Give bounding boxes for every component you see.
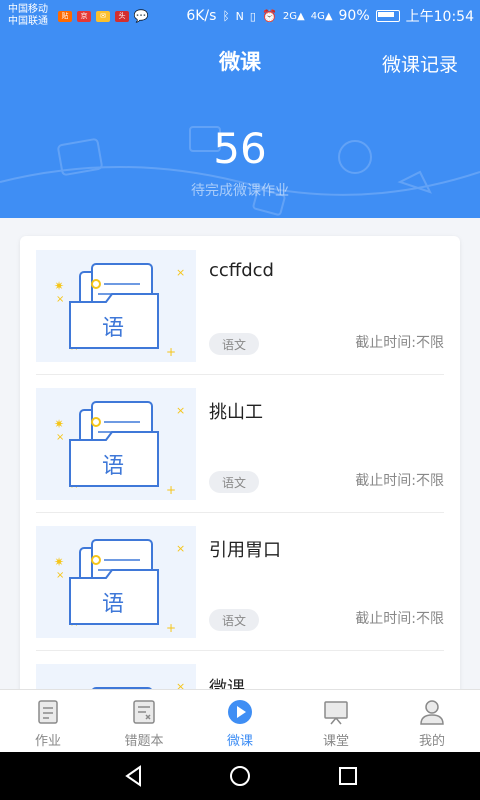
signal-2g-icon: 2G▲ (282, 10, 305, 22)
deadline-text: 截止时间:不限 (355, 611, 444, 627)
lesson-thumbnail: ✷ × × × + 语 (36, 388, 196, 500)
nav-classroom[interactable]: 课堂 (288, 690, 384, 753)
svg-text:+: + (166, 483, 176, 497)
network-speed: 6K/s (186, 8, 217, 24)
svg-text:×: × (176, 404, 185, 417)
lesson-thumbnail: ✷ × × × + 语 (36, 250, 196, 362)
home-icon[interactable] (228, 764, 252, 788)
subject-glyph: 语 (102, 316, 125, 341)
nav-mistake-book[interactable]: 错题本 (96, 690, 192, 753)
pending-label: 待完成微课作业 (191, 183, 289, 199)
folder-icon: ✷ × × × + (54, 401, 185, 497)
lesson-item[interactable]: ✷ × × × + 语 ccffdcd 语文 截止时间:不限 (36, 236, 444, 375)
lesson-item[interactable]: ✷ × × × + 语 引用胃口 语文 截止时间:不限 (36, 512, 444, 651)
lesson-record-link[interactable]: 微课记录 (382, 50, 458, 77)
homework-icon (38, 700, 58, 724)
subject-glyph: 语 (102, 592, 125, 617)
subject-tag: 语文 (209, 333, 259, 355)
vibrate-icon: ▯ (249, 9, 256, 23)
alarm-icon: ⏰ (261, 9, 277, 23)
svg-text:✷: ✷ (54, 555, 64, 569)
nav-label: 微课 (226, 734, 253, 749)
pending-count: 56 (213, 124, 267, 173)
subject-glyph: 语 (102, 454, 125, 479)
signal-4g-icon: 4G▲ (310, 10, 333, 22)
lesson-list: ✷ × × × + 语 ccffdcd 语文 截止时间:不限 ✷ × × (20, 236, 460, 696)
svg-text:×: × (56, 294, 64, 305)
folder-icon: ✷ × × × + (54, 539, 185, 635)
back-icon[interactable] (122, 764, 146, 788)
svg-text:✷: ✷ (54, 279, 64, 293)
bluetooth-icon: ᛒ (222, 9, 230, 23)
nav-label: 我的 (418, 734, 445, 749)
svg-text:×: × (56, 432, 64, 443)
lesson-thumbnail: ✷ × × × + 语 (36, 526, 196, 638)
nav-label: 课堂 (322, 734, 349, 749)
mail-icon: ✉ (96, 10, 110, 22)
svg-text:✷: ✷ (54, 417, 64, 431)
status-bar: 中国移动 中国联通 贴 京 ✉ 头 💬 6K/s ᛒ N ▯ ⏰ 2G▲ 4G▲… (0, 0, 480, 32)
jd-icon: 京 (77, 10, 91, 22)
svg-text:×: × (176, 266, 185, 279)
svg-text:×: × (56, 570, 64, 581)
carrier-info: 中国移动 中国联通 (8, 4, 48, 28)
bottom-nav: 作业 错题本 微课 课堂 我的 (0, 689, 480, 753)
nfc-icon: N (235, 9, 244, 23)
clock: 上午10:54 (405, 9, 474, 25)
nav-profile[interactable]: 我的 (384, 690, 480, 753)
subject-tag: 语文 (209, 609, 259, 631)
carrier-2: 中国联通 (8, 16, 48, 27)
svg-text:+: + (166, 345, 176, 359)
classroom-icon (324, 701, 348, 725)
mistake-book-icon (133, 700, 155, 724)
notification-icons: 贴 京 ✉ 头 💬 (58, 9, 149, 23)
lesson-title: ccffdcd (209, 260, 274, 281)
battery-icon (375, 10, 400, 22)
deadline-text: 截止时间:不限 (355, 335, 444, 351)
nav-label: 作业 (34, 734, 61, 749)
nav-homework[interactable]: 作业 (0, 690, 96, 753)
battery-percent: 90% (338, 8, 370, 24)
folder-icon: ✷ × × × + (54, 263, 185, 359)
profile-icon (420, 700, 444, 725)
lesson-title: 引用胃口 (209, 540, 281, 561)
recents-icon[interactable] (336, 764, 360, 788)
nav-label: 错题本 (124, 734, 164, 749)
svg-text:×: × (176, 542, 185, 555)
chat-icon: 💬 (133, 9, 149, 23)
toutiao-icon: 头 (115, 10, 129, 22)
subject-tag: 语文 (209, 471, 259, 493)
carrier-1: 中国移动 (8, 4, 48, 15)
tieba-icon: 贴 (58, 10, 72, 22)
svg-text:+: + (166, 621, 176, 635)
lesson-title: 挑山工 (209, 402, 263, 423)
system-nav-bar (0, 752, 480, 800)
nav-micro-lesson[interactable]: 微课 (192, 690, 288, 753)
status-right: 6K/s ᛒ N ▯ ⏰ 2G▲ 4G▲ 90% 上午10:54 (186, 0, 474, 32)
deadline-text: 截止时间:不限 (355, 473, 444, 489)
lesson-item[interactable]: ✷ × × × + 语 挑山工 语文 截止时间:不限 (36, 374, 444, 513)
header: 微课 微课记录 56 待完成微课作业 (0, 32, 480, 218)
play-icon (228, 700, 252, 724)
